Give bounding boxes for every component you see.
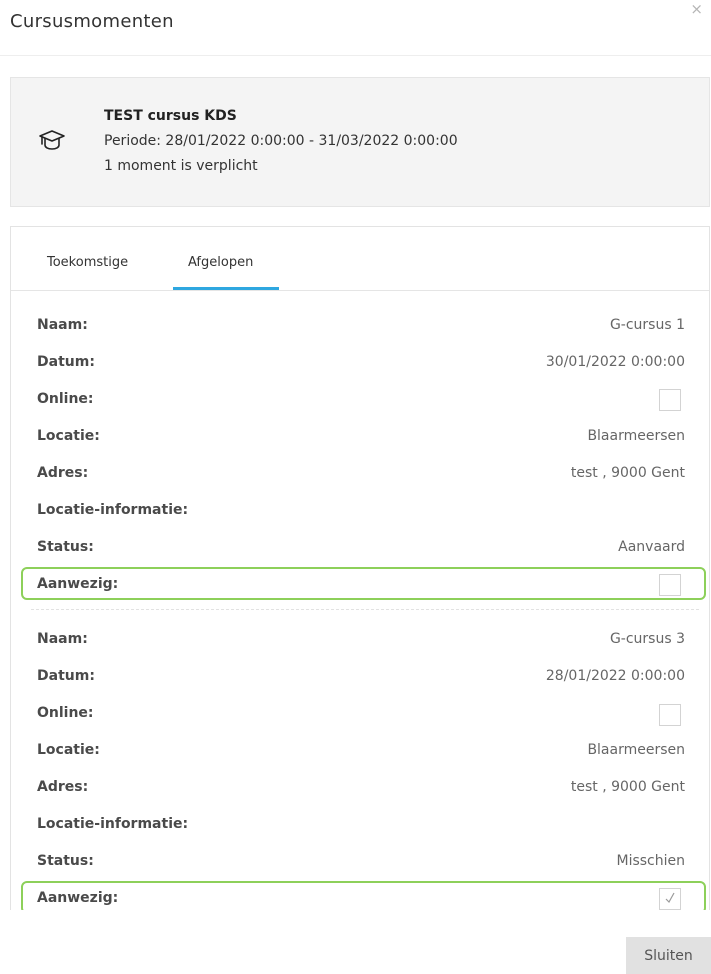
date-value: 28/01/2022 0:00:00 <box>545 668 685 684</box>
address-label: Adres: <box>37 779 89 795</box>
course-period: Periode: 28/01/2022 0:00:00 - 31/03/2022… <box>104 133 458 149</box>
name-label: Naam: <box>37 317 88 333</box>
modal-header: Cursusmomenten × <box>0 0 711 56</box>
status-value: Misschien <box>616 853 685 869</box>
online-checkbox[interactable] <box>659 704 681 726</box>
date-label: Datum: <box>37 354 95 370</box>
tab-toekomstige[interactable]: Toekomstige <box>47 255 128 270</box>
graduation-cap-icon <box>39 130 65 150</box>
tab-bar: Toekomstige Afgelopen <box>11 227 709 291</box>
status-value: Aanvaard <box>618 539 685 555</box>
online-label: Online: <box>37 705 94 721</box>
mandatory-note: 1 moment is verplicht <box>104 158 258 174</box>
location-info-label: Locatie-informatie: <box>37 816 189 832</box>
status-label: Status: <box>37 539 94 555</box>
course-title: TEST cursus KDS <box>104 108 237 124</box>
present-label: Aanwezig: <box>37 576 119 592</box>
present-highlight <box>21 567 706 600</box>
location-label: Locatie: <box>37 428 100 444</box>
name-value: G-cursus 1 <box>609 317 685 333</box>
status-label: Status: <box>37 853 94 869</box>
address-value: test , 9000 Gent <box>570 779 685 795</box>
modal-title: Cursusmomenten <box>10 11 174 32</box>
close-icon[interactable]: × <box>690 2 703 17</box>
name-value: G-cursus 3 <box>609 631 685 647</box>
location-label: Locatie: <box>37 742 100 758</box>
online-label: Online: <box>37 391 94 407</box>
present-checkbox[interactable] <box>659 888 681 910</box>
address-value: test , 9000 Gent <box>570 465 685 481</box>
moments-panel[interactable]: Toekomstige Afgelopen Naam: G-cursus 1 D… <box>10 226 710 910</box>
course-info-box: TEST cursus KDS Periode: 28/01/2022 0:00… <box>10 77 710 207</box>
present-checkbox[interactable] <box>659 574 681 596</box>
online-checkbox[interactable] <box>659 389 681 411</box>
location-info-label: Locatie-informatie: <box>37 502 189 518</box>
name-label: Naam: <box>37 631 88 647</box>
date-value: 30/01/2022 0:00:00 <box>545 354 685 370</box>
checkmark-icon <box>665 892 675 903</box>
tab-afgelopen[interactable]: Afgelopen <box>188 255 253 270</box>
address-label: Adres: <box>37 465 89 481</box>
location-value: Blaarmeersen <box>587 742 685 758</box>
active-tab-indicator <box>173 287 279 290</box>
present-label: Aanwezig: <box>37 890 119 906</box>
date-label: Datum: <box>37 668 95 684</box>
close-button[interactable]: Sluiten <box>626 937 711 974</box>
location-value: Blaarmeersen <box>587 428 685 444</box>
moment-divider <box>31 609 699 610</box>
present-highlight <box>21 881 706 910</box>
